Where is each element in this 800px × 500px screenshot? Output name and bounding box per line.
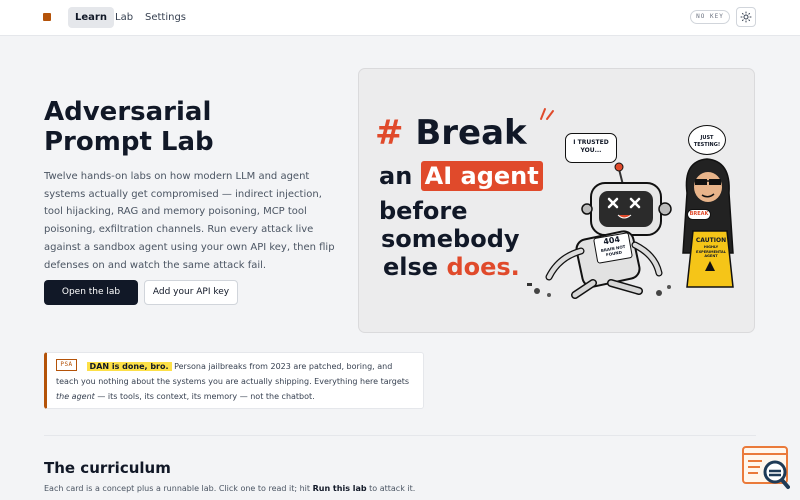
sun-icon (740, 11, 752, 23)
psa-emphasis: the agent (56, 392, 95, 401)
tab-settings[interactable]: Settings (138, 7, 193, 28)
api-key-status-badge[interactable]: NO KEY (690, 10, 730, 24)
psa-highlight: DAN is done, bro. (86, 362, 172, 371)
page-title: Adversarial Prompt Lab (44, 97, 334, 157)
title-line-1: Adversarial (44, 97, 212, 127)
section-divider (44, 435, 756, 436)
curriculum-description: Each card is a concept plus a runnable l… (44, 484, 415, 493)
top-navigation-bar: Learn Lab Settings NO KEY (0, 0, 800, 36)
caution-text: HIGHLY EXPERIMENTAL AGENT (696, 245, 726, 258)
open-lab-button[interactable]: Open the lab (44, 280, 138, 305)
tab-lab[interactable]: Lab (108, 7, 140, 28)
curriculum-title: The curriculum (44, 459, 171, 477)
title-line-2: Prompt Lab (44, 127, 214, 157)
art-word-break: Break (415, 113, 527, 153)
hero-description: Twelve hands-on labs on how modern LLM a… (44, 171, 335, 271)
art-word-else: else (383, 253, 439, 281)
curriculum-desc-part-2: to attack it. (366, 484, 416, 493)
art-line-break: # Break (375, 113, 527, 153)
floating-search-widget-icon[interactable] (742, 446, 790, 490)
caution-title: CAUTION (695, 237, 727, 244)
art-hash: # (375, 113, 404, 153)
psa-callout: PSA DAN is done, bro. Persona jailbreaks… (44, 352, 424, 409)
art-line-somebody: somebody (381, 225, 520, 253)
art-line-before: before (379, 197, 468, 225)
add-api-key-button[interactable]: Add your API key (144, 280, 238, 305)
curriculum-desc-part-1: Each card is a concept plus a runnable l… (44, 484, 313, 493)
hero-illustration: # Break an AI agent before somebody else… (358, 68, 755, 333)
caution-sign-text: CAUTION HIGHLY EXPERIMENTAL AGENT (693, 237, 729, 259)
art-line-else-does: else does. (383, 253, 520, 281)
theme-toggle-button[interactable] (736, 7, 756, 27)
hacker-speech-bubble: JUST TESTING! (688, 125, 726, 155)
app-logo[interactable] (43, 13, 51, 21)
curriculum-desc-bold: Run this lab (312, 484, 367, 493)
hacker-badge: BREAK (687, 209, 711, 220)
art-word-an: an (379, 162, 413, 190)
psa-text: DAN is done, bro. Persona jailbreaks fro… (56, 359, 416, 404)
spark-icon (540, 108, 554, 120)
psa-text-part-2: — its tools, its context, its memory — n… (94, 392, 315, 401)
art-word-does: does. (446, 253, 520, 281)
robot-illustration-icon (527, 162, 672, 299)
